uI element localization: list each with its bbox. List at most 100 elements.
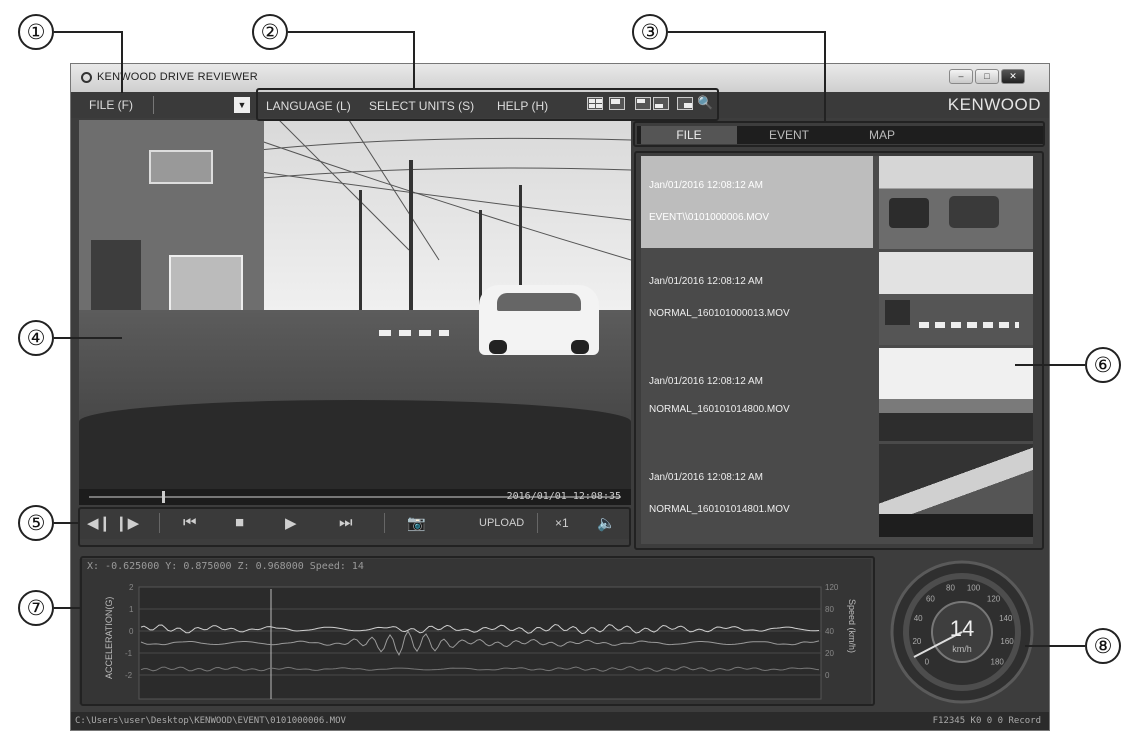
- speed-tick-label: 0: [925, 658, 930, 667]
- callout-5: ⑤: [18, 505, 54, 541]
- layout-grid-icon[interactable]: [587, 97, 603, 110]
- status-file-path: C:\Users\user\Desktop\KENWOOD\EVENT\0101…: [75, 716, 346, 726]
- file-date: Jan/01/2016 12:08:12 AM: [649, 472, 763, 483]
- frame-back-icon[interactable]: ◀❙: [87, 514, 111, 532]
- stop-icon[interactable]: ■: [235, 514, 244, 531]
- control-divider: [159, 513, 160, 533]
- seek-thumb[interactable]: [162, 491, 165, 503]
- callout-7: ⑦: [18, 590, 54, 626]
- file-name: NORMAL_160101014800.MOV: [649, 404, 790, 415]
- menu-bar: FILE (F) ▼ LANGUAGE (L) SELECT UNITS (S)…: [71, 92, 1049, 118]
- file-list-item[interactable]: Jan/01/2016 12:08:12 AM NORMAL_160101014…: [641, 348, 873, 440]
- callout-8: ⑧: [1085, 628, 1121, 664]
- app-window: KENWOOD DRIVE REVIEWER – □ ✕ FILE (F) ▼ …: [70, 63, 1050, 731]
- callout-2: ②: [252, 14, 288, 50]
- callout-line: [121, 31, 123, 93]
- callout-line: [288, 31, 415, 33]
- upload-button[interactable]: UPLOAD: [479, 517, 524, 529]
- acceleration-graph[interactable]: X: -0.625000 Y: 0.875000 Z: 0.968000 Spe…: [79, 559, 871, 704]
- speed-tick-label: 100: [967, 584, 981, 593]
- video-pole: [359, 190, 362, 330]
- play-icon[interactable]: ▶: [285, 514, 297, 532]
- speed-tick-label: 160: [1000, 637, 1014, 646]
- callout-line: [54, 607, 82, 609]
- callout-line: [54, 522, 80, 524]
- menu-divider: [153, 96, 154, 114]
- menu-file[interactable]: FILE (F): [89, 98, 133, 112]
- callout-1: ①: [18, 14, 54, 50]
- playback-controls: ◀❙ ❙▶ ⏮ ■ ▶ ⏭ 📷 UPLOAD ×1 🔈: [79, 507, 631, 539]
- file-thumbnail[interactable]: [879, 252, 1033, 345]
- graph-left-tick: 1: [129, 605, 134, 614]
- speed-tick-label: 120: [987, 595, 1001, 604]
- maximize-button[interactable]: □: [975, 69, 999, 84]
- file-list-item[interactable]: Jan/01/2016 12:08:12 AM NORMAL_160101014…: [641, 444, 873, 536]
- callout-line: [668, 31, 826, 33]
- callout-6: ⑥: [1085, 347, 1121, 383]
- file-name: NORMAL_160101000013.MOV: [649, 308, 790, 319]
- layout-single-icon[interactable]: [609, 97, 625, 110]
- graph-right-tick: 120: [825, 583, 839, 592]
- callout-line: [1025, 645, 1085, 647]
- layout-top-icon[interactable]: [635, 97, 651, 110]
- tab-map[interactable]: MAP: [869, 128, 895, 142]
- video-pole: [409, 160, 413, 335]
- graph-right-tick: 0: [825, 671, 830, 680]
- next-file-icon[interactable]: ⏭: [339, 514, 353, 531]
- file-list-item[interactable]: Jan/01/2016 12:08:12 AM NORMAL_160101000…: [641, 252, 873, 344]
- zoom-icon[interactable]: 🔍: [697, 95, 713, 111]
- graph-right-tick: 20: [825, 649, 834, 658]
- callout-line: [1015, 364, 1085, 366]
- file-list-item[interactable]: Jan/01/2016 12:08:12 AM EVENT\\010100000…: [641, 156, 873, 248]
- file-thumbnail[interactable]: [879, 444, 1033, 537]
- control-divider: [537, 513, 538, 533]
- control-divider: [384, 513, 385, 533]
- graph-left-tick: 2: [129, 583, 134, 592]
- file-date: Jan/01/2016 12:08:12 AM: [649, 376, 763, 387]
- file-date: Jan/01/2016 12:08:12 AM: [649, 276, 763, 287]
- menu-language[interactable]: LANGUAGE (L): [266, 99, 351, 113]
- graph-left-tick: -1: [125, 649, 133, 658]
- camera-icon[interactable]: 📷: [407, 514, 426, 532]
- graph-plot: ACCELERATION(G) Speed (km/h) 2 1 0 -1 -2…: [104, 583, 857, 700]
- graph-right-tick: 40: [825, 627, 834, 636]
- menu-help[interactable]: HELP (H): [497, 99, 548, 113]
- status-info: F12345 K0 0 0 Record: [932, 716, 1041, 726]
- layout-bottom-icon[interactable]: [653, 97, 669, 110]
- video-timestamp: 2016/01/01 12:08:35: [506, 491, 621, 502]
- speed-tick-label: 180: [991, 658, 1005, 667]
- chevron-down-icon[interactable]: ▼: [234, 97, 250, 113]
- graph-right-tick: 80: [825, 605, 834, 614]
- tab-file[interactable]: FILE: [641, 126, 737, 144]
- file-name: EVENT\\0101000006.MOV: [649, 212, 770, 223]
- speed-tick-label: 40: [914, 614, 923, 623]
- menu-select-units[interactable]: SELECT UNITS (S): [369, 99, 474, 113]
- brand-logo: KENWOOD: [947, 95, 1041, 114]
- speedometer: 0 20 40 60 80 100 120 140 160 180 14 km/h: [886, 554, 1038, 704]
- minimize-button[interactable]: –: [949, 69, 973, 84]
- speed-tick-label: 80: [946, 584, 955, 593]
- tab-event[interactable]: EVENT: [769, 128, 809, 142]
- file-list: Jan/01/2016 12:08:12 AM EVENT\\010100000…: [641, 156, 1033, 544]
- callout-line: [54, 31, 122, 33]
- file-thumbnail[interactable]: [879, 156, 1033, 249]
- file-thumbnail[interactable]: [879, 348, 1033, 441]
- callout-line: [824, 31, 826, 121]
- close-button[interactable]: ✕: [1001, 69, 1025, 84]
- volume-icon[interactable]: 🔈: [597, 514, 616, 532]
- seek-bar[interactable]: 2016/01/01 12:08:35: [79, 489, 631, 505]
- file-date: Jan/01/2016 12:08:12 AM: [649, 180, 763, 191]
- previous-file-icon[interactable]: ⏮: [183, 514, 197, 531]
- speed-tick-label: 20: [912, 637, 921, 646]
- callout-4: ④: [18, 320, 54, 356]
- app-logo-icon: [81, 72, 92, 83]
- playback-speed[interactable]: ×1: [555, 516, 569, 530]
- layout-corner-icon[interactable]: [677, 97, 693, 110]
- video-player[interactable]: 2016/01/01 12:08:35: [79, 120, 631, 505]
- video-building: [79, 120, 264, 335]
- graph-left-tick: -2: [125, 671, 133, 680]
- speed-value: 14: [950, 616, 974, 641]
- graph-left-label: ACCELERATION(G): [104, 597, 114, 679]
- frame-forward-icon[interactable]: ❙▶: [115, 514, 139, 532]
- callout-3: ③: [632, 14, 668, 50]
